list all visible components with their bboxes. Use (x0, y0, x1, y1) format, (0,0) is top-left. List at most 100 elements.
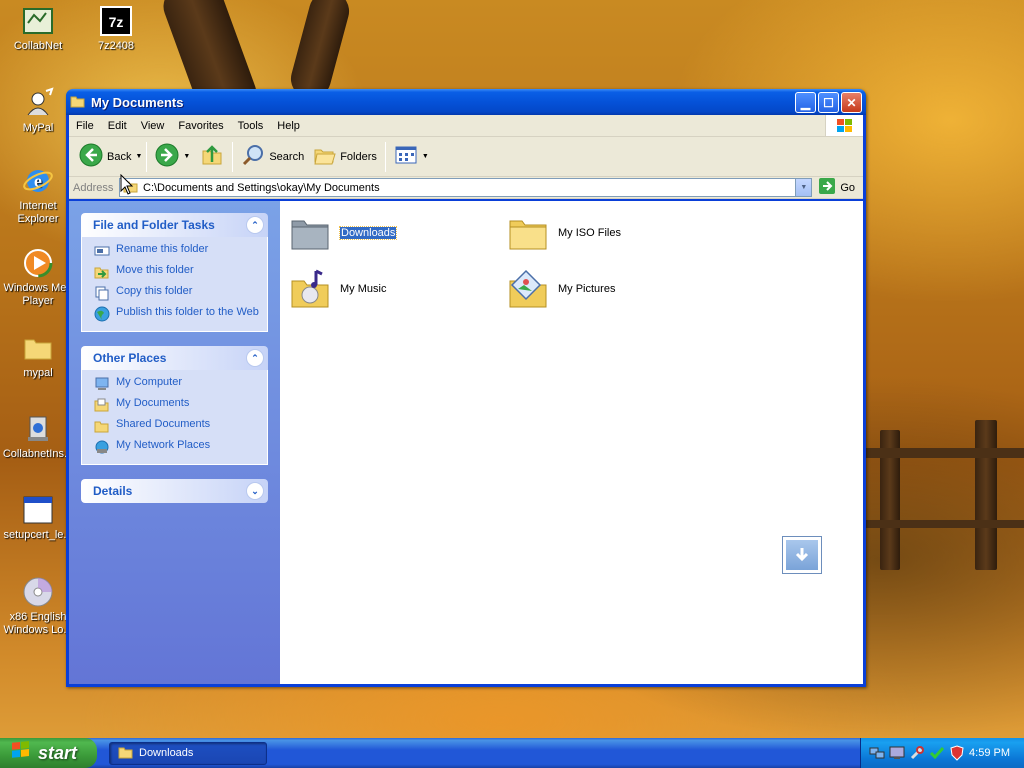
desktop-icon-x86-english[interactable]: x86 English Windows Lo... (2, 576, 74, 637)
task-move-folder[interactable]: Move this folder (94, 264, 259, 280)
desktop-icon-collabnet-installer[interactable]: CollabnetIns... (2, 413, 74, 461)
task-label: Move this folder (116, 264, 194, 276)
network-tray-icon[interactable] (869, 745, 885, 761)
views-icon (394, 143, 418, 170)
installer-icon (22, 413, 54, 445)
display-tray-icon[interactable] (889, 745, 905, 761)
security-shield-icon[interactable] (949, 745, 965, 761)
desktop-icon-7z[interactable]: 7z 7z2408 (80, 5, 152, 53)
address-dropdown-button[interactable]: ▼ (795, 179, 812, 196)
task-pane: File and Folder Tasks ⌃ Rename this fold… (69, 201, 280, 684)
desktop-icon-setupcert[interactable]: setupcert_le... (2, 494, 74, 542)
file-label: My ISO Files (558, 227, 621, 239)
explorer-window: My Documents ▁ ☐ ✕ File Edit View Favori… (66, 89, 866, 687)
network-icon (94, 439, 110, 455)
folder-grey-icon (288, 211, 332, 255)
file-folder-tasks-panel: File and Folder Tasks ⌃ Rename this fold… (81, 213, 268, 332)
panel-title: File and Folder Tasks (93, 218, 215, 232)
menu-help[interactable]: Help (270, 120, 307, 132)
clock[interactable]: 4:59 PM (969, 747, 1010, 759)
place-my-documents[interactable]: My Documents (94, 397, 259, 413)
views-button[interactable]: ▼ (390, 141, 433, 173)
move-folder-icon (94, 264, 110, 280)
menu-edit[interactable]: Edit (101, 120, 134, 132)
desktop-icon-label: Windows Med Player (3, 282, 73, 307)
desktop-icon-mypal-folder[interactable]: mypal (2, 332, 74, 380)
place-shared-documents[interactable]: Shared Documents (94, 418, 259, 434)
tool-tray-icon[interactable] (909, 745, 925, 761)
windows-logo-icon (825, 115, 863, 136)
folder-icon (506, 211, 550, 255)
standard-toolbar: Back ▼ ▼ Search Folders ▼ (69, 137, 863, 177)
toolbar-separator (384, 141, 386, 172)
task-copy-folder[interactable]: Copy this folder (94, 285, 259, 301)
title-bar[interactable]: My Documents ▁ ☐ ✕ (66, 89, 866, 115)
forward-dropdown-icon[interactable]: ▼ (183, 153, 190, 160)
place-my-network-places[interactable]: My Network Places (94, 439, 259, 455)
menu-tools[interactable]: Tools (231, 120, 271, 132)
maximize-button[interactable]: ☐ (818, 92, 839, 113)
panel-header[interactable]: File and Folder Tasks ⌃ (81, 213, 268, 237)
taskbar: start Downloads 4:59 PM (0, 738, 1024, 768)
desktop-icon-collabnet[interactable]: CollabNet (2, 5, 74, 53)
start-button[interactable]: start (0, 738, 97, 768)
close-button[interactable]: ✕ (841, 92, 862, 113)
task-rename-folder[interactable]: Rename this folder (94, 243, 259, 259)
panel-header[interactable]: Details ⌄ (81, 479, 268, 503)
mypal-icon (22, 87, 54, 119)
file-item-my-music[interactable]: My Music (288, 267, 386, 311)
address-value: C:\Documents and Settings\okay\My Docume… (143, 181, 380, 194)
update-tray-icon[interactable] (929, 745, 945, 761)
close-icon: ✕ (846, 95, 857, 110)
maximize-icon: ☐ (823, 95, 834, 110)
folder-icon (22, 332, 54, 364)
go-label: Go (840, 181, 855, 194)
music-folder-icon (288, 267, 332, 311)
pictures-folder-icon (506, 267, 550, 311)
up-button[interactable] (196, 141, 228, 173)
window-title: My Documents (91, 94, 184, 110)
forward-button[interactable] (151, 141, 183, 173)
collapse-icon[interactable]: ⌃ (246, 216, 264, 234)
copy-icon (94, 285, 110, 301)
7zip-icon: 7z (100, 5, 132, 37)
back-dropdown-icon[interactable]: ▼ (135, 153, 142, 160)
desktop-icon-mypal[interactable]: MyPal (2, 87, 74, 135)
desktop-icon-internet-explorer[interactable]: e Internet Explorer (2, 165, 74, 226)
file-label: Downloads (338, 226, 398, 240)
menu-view[interactable]: View (134, 120, 172, 132)
other-places-panel: Other Places ⌃ My Computer My Documents … (81, 346, 268, 465)
search-button[interactable]: Search (237, 141, 308, 173)
download-indicator[interactable] (782, 536, 822, 574)
folders-button[interactable]: Folders (308, 141, 381, 173)
application-icon (22, 494, 54, 526)
panel-header[interactable]: Other Places ⌃ (81, 346, 268, 370)
go-arrow-icon (818, 177, 836, 198)
windows-flag-icon (10, 740, 32, 766)
expand-icon[interactable]: ⌄ (246, 482, 264, 500)
place-label: Shared Documents (116, 418, 211, 430)
file-item-downloads[interactable]: Downloads (288, 211, 398, 255)
collapse-icon[interactable]: ⌃ (246, 349, 264, 367)
panel-title: Other Places (93, 351, 167, 365)
search-icon (241, 143, 265, 170)
menu-file[interactable]: File (69, 120, 101, 132)
desktop-icon-windows-media-player[interactable]: Windows Med Player (2, 247, 74, 308)
file-item-my-pictures[interactable]: My Pictures (506, 267, 615, 311)
place-my-computer[interactable]: My Computer (94, 376, 259, 392)
toolbar-separator (232, 141, 234, 172)
go-button[interactable]: Go (812, 177, 863, 198)
folder-icon (118, 744, 134, 763)
task-publish-web[interactable]: Publish this folder to the Web (94, 306, 259, 322)
place-label: My Computer (116, 376, 183, 388)
file-item-my-iso-files[interactable]: My ISO Files (506, 211, 621, 255)
rename-icon (94, 243, 110, 259)
chevron-down-icon: ▼ (800, 184, 808, 191)
menu-favorites[interactable]: Favorites (171, 120, 230, 132)
minimize-button[interactable]: ▁ (795, 92, 816, 113)
address-label: Address (73, 181, 114, 194)
taskbar-item-downloads[interactable]: Downloads (109, 741, 267, 765)
back-button[interactable]: Back (75, 141, 135, 173)
desktop-icon-label: CollabNet (13, 40, 63, 52)
address-input[interactable]: C:\Documents and Settings\okay\My Docume… (119, 178, 813, 197)
